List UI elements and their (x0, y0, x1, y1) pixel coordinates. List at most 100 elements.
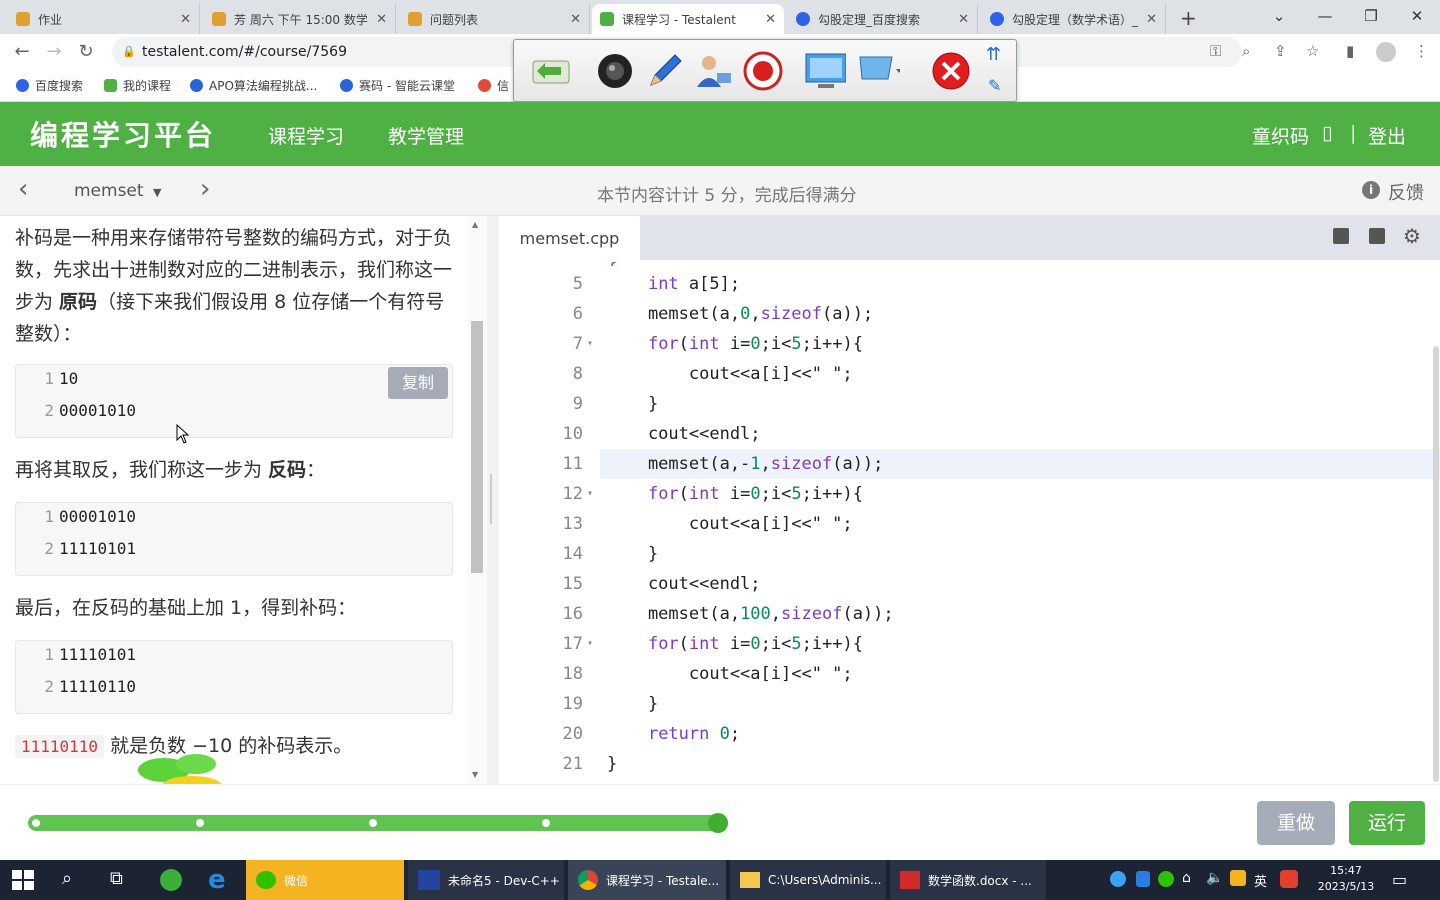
editor-line[interactable]: 12 ▾ for(int i=0;i<5;i++){ (499, 479, 1440, 509)
close-icon[interactable]: ✕ (1146, 12, 1157, 27)
reload-icon[interactable]: ↻ (74, 40, 98, 64)
share-icon[interactable]: ⇪ (1274, 42, 1287, 60)
close-icon[interactable]: ✕ (180, 12, 191, 27)
zoom-icon[interactable]: ⌕ (1242, 42, 1250, 60)
camera-icon[interactable] (594, 51, 636, 91)
editor-line[interactable]: 9 } (499, 389, 1440, 419)
settings-gear-icon[interactable]: ⚙ (1403, 224, 1421, 248)
logout-link[interactable]: 登出 (1368, 122, 1406, 149)
editor-line[interactable]: 11 memset(a,-1,sizeof(a)); (563, 449, 1440, 479)
bookmark-item[interactable]: 我的课程 (104, 77, 171, 94)
bookmark-star-icon[interactable]: ☆ (1306, 42, 1319, 60)
close-tool-icon[interactable] (930, 51, 972, 91)
editor-line[interactable]: 18 cout<<a[i]<<" "; (499, 659, 1440, 689)
taskbar-wps[interactable]: 数学函数.docx - ... (890, 860, 1046, 900)
network-icon[interactable]: ⌂ (1182, 870, 1191, 886)
pane-resizer[interactable] (487, 216, 499, 784)
editor-line[interactable]: 14 } (499, 539, 1440, 569)
progress-dot[interactable] (32, 819, 40, 827)
window-close-icon[interactable]: ✕ (1394, 0, 1440, 32)
forward-icon[interactable]: → (42, 40, 66, 64)
user-icon[interactable]: ▯ (1322, 122, 1332, 144)
editor-line[interactable]: 7 ▾ for(int i=0;i<5;i++){ (499, 329, 1440, 359)
browser-tab[interactable]: 问题列表 ✕ (400, 4, 590, 34)
feedback-link[interactable]: 反馈 (1388, 179, 1424, 205)
browser-tab-active[interactable]: 课程学习 - Testalent ✕ (592, 4, 784, 34)
prev-lesson-icon[interactable]: ‹ (18, 174, 28, 204)
scrollbar[interactable]: ▲ ▼ (467, 216, 487, 784)
editor-line[interactable]: 17 ▾ for(int i=0;i<5;i++){ (499, 629, 1440, 659)
copy-button[interactable]: 复制 (388, 367, 448, 399)
clock[interactable]: 15:47 2023/5/13 (1316, 864, 1376, 893)
windows-start-icon[interactable] (12, 870, 34, 894)
editor-line[interactable]: 5 int a[5]; (499, 269, 1440, 299)
ie-icon[interactable]: e (208, 865, 226, 895)
profile-avatar[interactable] (1376, 42, 1396, 62)
sogou-icon[interactable] (1280, 870, 1298, 888)
close-icon[interactable]: ✕ (376, 12, 387, 27)
fold-arrow-icon[interactable]: ▾ (587, 479, 593, 509)
editor-line[interactable]: 6 memset(a,0,sizeof(a)); (499, 299, 1440, 329)
fold-arrow-icon[interactable]: ▾ (587, 329, 593, 359)
ime-indicator[interactable]: 英 (1254, 871, 1267, 890)
user-name[interactable]: 童织码 (1252, 122, 1309, 149)
logo[interactable]: 编程学习平台 (30, 114, 216, 154)
task-view-icon[interactable]: ⧉ (110, 868, 123, 889)
pin-icon[interactable]: ✎ (988, 76, 1001, 95)
bluetooth-icon[interactable] (1136, 871, 1150, 887)
bookmark-item[interactable]: APO算法编程挑战... (190, 77, 317, 94)
taskbar-devcpp[interactable]: 未命名5 - Dev-C++ (408, 860, 564, 900)
taskbar-chrome[interactable]: 课程学习 - Testale... (568, 860, 726, 900)
scroll-thumb[interactable] (471, 321, 483, 573)
taskbar-explorer[interactable]: C:\Users\Adminis... (730, 860, 886, 900)
tab-search-icon[interactable]: ⌄ (1256, 0, 1302, 32)
save-icon[interactable] (1369, 228, 1385, 244)
resize-handle[interactable] (490, 474, 492, 524)
taskbar-wechat[interactable]: 微信 (246, 860, 404, 900)
editor-line[interactable]: 13 cout<<a[i]<<" "; (499, 509, 1440, 539)
code-editor[interactable]: memset.cpp ⚙ int main() { 5 int a[5];6 m… (499, 216, 1440, 784)
menu-icon[interactable]: ⋮ (1414, 42, 1429, 60)
browser-tab[interactable]: 作业 ✕ (8, 4, 200, 34)
browser-tab[interactable]: 勾股定理_百度搜索 ✕ (788, 4, 978, 34)
close-icon[interactable]: ✕ (570, 12, 581, 27)
pen-icon[interactable] (644, 51, 686, 91)
progress-dot[interactable] (196, 819, 204, 827)
lesson-selector[interactable]: memset ▼ (74, 181, 161, 201)
progress-handle[interactable] (708, 813, 728, 833)
bookmark-item[interactable]: 百度搜索 (16, 77, 83, 94)
scroll-up-icon[interactable]: ▲ (472, 220, 478, 229)
editor-line[interactable]: 16 memset(a,100,sizeof(a)); (499, 599, 1440, 629)
ime-tool-icon[interactable] (1230, 870, 1246, 886)
run-button[interactable]: 运行 (1349, 801, 1425, 845)
editor-line[interactable]: 8 cout<<a[i]<<" "; (499, 359, 1440, 389)
editor-line[interactable]: 21} (499, 749, 1440, 779)
browser-360-icon[interactable] (160, 869, 182, 891)
back-icon[interactable]: ← (10, 40, 34, 64)
cloud-icon[interactable] (1110, 871, 1126, 887)
screen-icon[interactable] (804, 51, 846, 91)
editor-scroll-thumb[interactable] (1433, 346, 1439, 782)
editor-line[interactable]: 15 cout<<endl; (499, 569, 1440, 599)
progress-dot[interactable] (542, 819, 550, 827)
fullscreen-icon[interactable] (1333, 228, 1349, 244)
volume-icon[interactable]: 🔈 (1206, 870, 1223, 886)
key-icon[interactable]: ⚿ (1210, 42, 1221, 60)
progress-dot[interactable] (369, 819, 377, 827)
close-icon[interactable]: ✕ (765, 12, 776, 27)
browser-tab[interactable]: 芳 周六 下午 15:00 数学 ✕ (204, 4, 396, 34)
wechat-tray-icon[interactable] (1158, 871, 1174, 887)
search-icon[interactable]: ⌕ (62, 868, 72, 889)
close-icon[interactable]: ✕ (958, 12, 969, 27)
minimize-icon[interactable]: — (1302, 0, 1348, 32)
next-lesson-icon[interactable]: › (200, 174, 210, 204)
editor-line[interactable]: 19 } (499, 689, 1440, 719)
nav-teaching-mgmt[interactable]: 教学管理 (388, 122, 464, 149)
new-tab-button[interactable]: + (1180, 6, 1197, 30)
record-icon[interactable] (742, 51, 784, 91)
collapse-up-icon[interactable]: ⇈ (986, 44, 1001, 65)
restore-icon[interactable]: ❐ (1348, 0, 1394, 32)
display-icon[interactable] (858, 51, 900, 91)
fold-arrow-icon[interactable]: ▾ (587, 629, 593, 659)
notification-icon[interactable]: ▭ (1392, 870, 1407, 889)
